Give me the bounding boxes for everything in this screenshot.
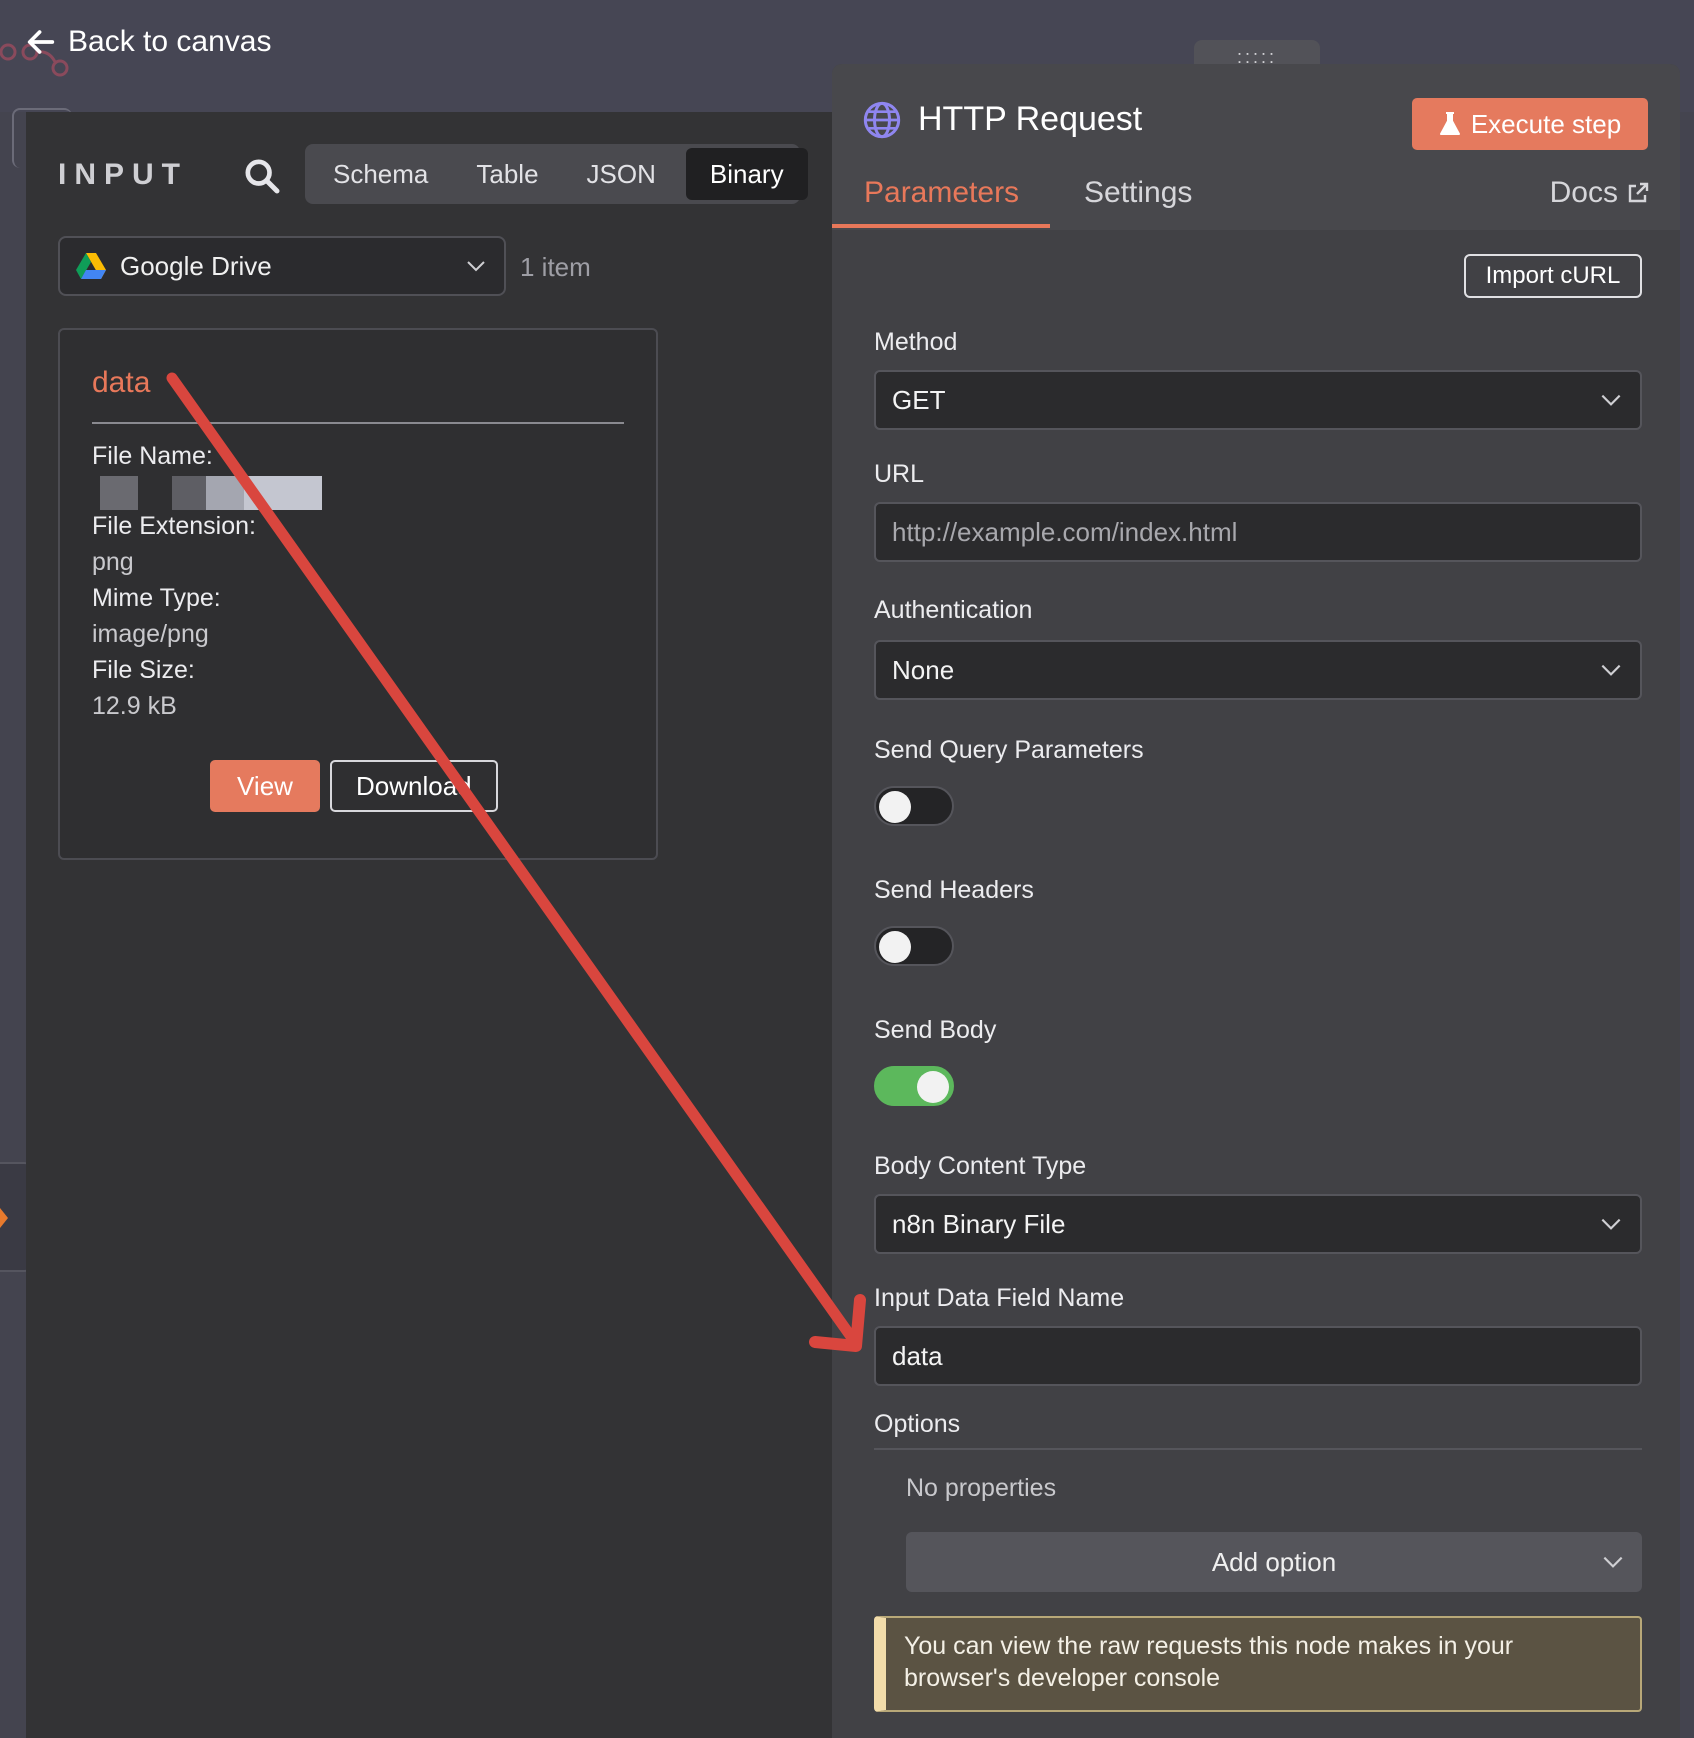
input-heading: INPUT xyxy=(58,158,188,191)
active-tab-indicator xyxy=(832,224,1050,228)
body-content-type-value: n8n Binary File xyxy=(892,1208,1066,1239)
method-label: Method xyxy=(874,328,958,356)
input-data-field-label: Input Data Field Name xyxy=(874,1284,1125,1312)
input-data-field-input[interactable]: data xyxy=(874,1326,1642,1386)
url-label: URL xyxy=(874,460,925,488)
url-input[interactable]: http://example.com/index.html xyxy=(874,502,1642,562)
authentication-label: Authentication xyxy=(874,596,1033,624)
file-size-value: 12.9 kB xyxy=(92,692,177,720)
method-select[interactable]: GET xyxy=(874,370,1642,430)
authentication-select[interactable]: None xyxy=(874,640,1642,700)
toggle-knob xyxy=(879,791,911,823)
chevron-down-icon xyxy=(1603,1556,1623,1568)
toggle-knob xyxy=(917,1071,949,1103)
download-button[interactable]: Download xyxy=(330,760,498,812)
flask-icon xyxy=(1439,112,1460,135)
body-content-type-label: Body Content Type xyxy=(874,1152,1087,1180)
redacted-file-name xyxy=(172,476,206,510)
toggle-knob xyxy=(879,931,911,963)
developer-console-notice: You can view the raw requests this node … xyxy=(874,1616,1642,1712)
add-option-button[interactable]: Add option xyxy=(906,1532,1642,1592)
redacted-file-name xyxy=(244,476,322,510)
mime-type-label: Mime Type: xyxy=(92,584,221,612)
view-mode-tabs: Schema Table JSON Binary xyxy=(305,144,808,204)
globe-icon xyxy=(863,101,901,139)
url-placeholder: http://example.com/index.html xyxy=(892,516,1238,547)
google-drive-icon xyxy=(76,253,106,279)
import-curl-button[interactable]: Import cURL xyxy=(1464,254,1642,298)
no-properties-text: No properties xyxy=(906,1474,1057,1502)
chevron-down-icon xyxy=(467,261,485,272)
redacted-file-name xyxy=(100,476,138,510)
body-content-type-select[interactable]: n8n Binary File xyxy=(874,1194,1642,1254)
input-panel: INPUT Schema Table JSON Binary Google Dr… xyxy=(26,112,832,1738)
chevron-down-icon xyxy=(1601,1218,1621,1230)
arrow-left-icon xyxy=(27,30,55,54)
node-parameters-panel: HTTP Request Execute step Parameters Set… xyxy=(832,64,1680,1738)
input-data-field-value: data xyxy=(892,1340,943,1371)
tab-parameters[interactable]: Parameters xyxy=(864,176,1019,210)
items-count: 1 item xyxy=(520,252,591,282)
mime-type-value: image/png xyxy=(92,620,209,648)
options-label: Options xyxy=(874,1410,961,1438)
options-divider xyxy=(874,1448,1642,1450)
method-value: GET xyxy=(892,384,946,415)
send-headers-label: Send Headers xyxy=(874,876,1034,904)
authentication-value: None xyxy=(892,654,955,685)
node-title: HTTP Request xyxy=(918,100,1143,138)
send-query-label: Send Query Parameters xyxy=(874,736,1144,764)
chevron-down-icon xyxy=(1601,664,1621,676)
tab-binary[interactable]: Binary xyxy=(685,148,808,200)
docs-label: Docs xyxy=(1549,176,1618,209)
file-name-label: File Name: xyxy=(92,442,213,470)
send-headers-toggle[interactable] xyxy=(874,926,954,966)
file-size-label: File Size: xyxy=(92,656,195,684)
tab-schema[interactable]: Schema xyxy=(309,148,452,200)
binary-key-title: data xyxy=(92,366,151,399)
back-to-canvas-label: Back to canvas xyxy=(68,25,272,58)
file-extension-label: File Extension: xyxy=(92,512,256,540)
send-query-toggle[interactable] xyxy=(874,786,954,826)
send-body-label: Send Body xyxy=(874,1016,997,1044)
tab-settings[interactable]: Settings xyxy=(1084,176,1192,210)
tab-json[interactable]: JSON xyxy=(563,148,680,200)
execute-step-button[interactable]: Execute step xyxy=(1412,98,1648,150)
chevron-down-icon xyxy=(1601,394,1621,406)
input-source-select[interactable]: Google Drive xyxy=(58,236,506,296)
send-body-toggle[interactable] xyxy=(874,1066,954,1106)
execute-step-label: Execute step xyxy=(1470,108,1622,139)
add-option-label: Add option xyxy=(1211,1546,1337,1577)
node-header: HTTP Request Execute step Parameters Set… xyxy=(832,64,1680,230)
docs-link[interactable]: Docs xyxy=(1550,176,1650,210)
node-triangle-icon xyxy=(0,1208,8,1228)
redacted-file-name xyxy=(206,476,244,510)
search-icon[interactable] xyxy=(242,156,282,196)
view-button[interactable]: View xyxy=(210,760,320,812)
file-extension-value: png xyxy=(92,548,134,576)
redacted-file-name xyxy=(138,476,172,510)
back-to-canvas-button[interactable]: Back to canvas xyxy=(24,22,271,62)
tab-table[interactable]: Table xyxy=(452,148,562,200)
binary-data-card: data File Name: File Extension: png Mime… xyxy=(58,328,658,860)
external-link-icon xyxy=(1628,182,1649,203)
input-source-label: Google Drive xyxy=(120,250,272,281)
card-divider xyxy=(92,422,624,424)
